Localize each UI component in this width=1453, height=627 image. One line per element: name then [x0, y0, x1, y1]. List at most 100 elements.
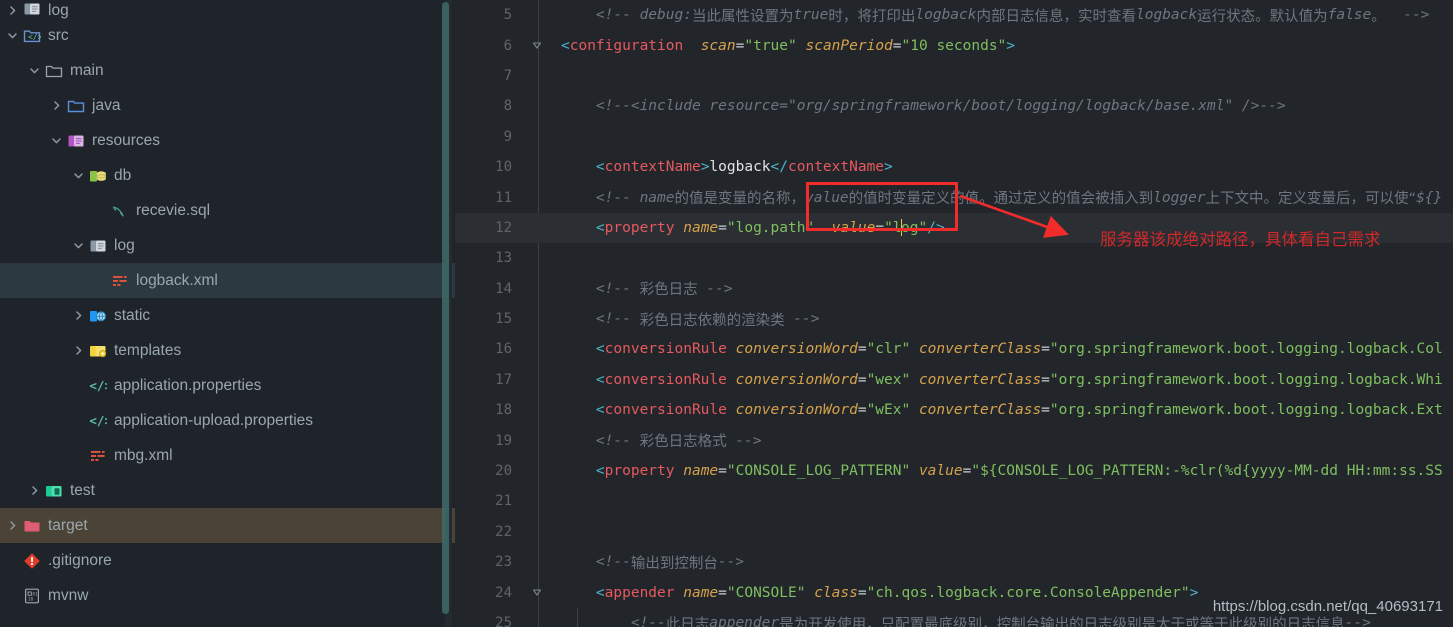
sidebar-scrollbar-track[interactable]	[442, 0, 452, 627]
code-token: logback	[1136, 7, 1198, 24]
tree-item-db[interactable]: db	[0, 158, 455, 193]
sidebar-scrollbar-thumb[interactable]	[442, 2, 449, 614]
code-text: <!-- name 的值是变量的名称， value 的值时变量定义的值。通过定义的值会…	[549, 182, 1453, 212]
line-number: 25	[495, 615, 512, 627]
tree-item-target[interactable]: target	[0, 508, 455, 543]
fold-placeholder	[525, 517, 549, 547]
code-token: 当此属性设置为	[691, 8, 794, 25]
tree-item-resources[interactable]: resources	[0, 123, 455, 158]
tree-item-templates[interactable]: templates	[0, 333, 455, 368]
code-text: <!-- 彩色日志 -->	[549, 274, 1453, 304]
code-token: 上下文中。定义变量后，可以使“	[1205, 191, 1417, 208]
code-token: -->	[697, 280, 733, 297]
code-token: value	[805, 189, 849, 206]
chevron-right-icon[interactable]	[70, 308, 86, 324]
code-line[interactable]: 7	[455, 61, 1453, 91]
code-line[interactable]: 19 <!-- 彩色日志格式 -->	[455, 425, 1453, 455]
code-file-icon: </>	[88, 411, 107, 430]
tree-item-test[interactable]: test	[0, 473, 455, 508]
code-line[interactable]: 5 <!-- debug: 当此属性设置为 true 时，将打印出 logback 内部日…	[455, 0, 1453, 30]
chevron-right-icon[interactable]	[4, 2, 20, 18]
code-line[interactable]: 10 < contextName > logback </contextName >	[455, 152, 1453, 182]
code-line[interactable]: 22	[455, 517, 1453, 547]
code-line[interactable]: 18 < conversionRule conversionWord = "wEx" …	[455, 395, 1453, 425]
line-number: 21	[495, 493, 512, 510]
code-token: 彩色日志依赖的渲染类	[639, 312, 785, 329]
code-token: 运行状态。默认值为	[1197, 8, 1328, 25]
code-editor[interactable]: 5 <!-- debug: 当此属性设置为 true 时，将打印出 logback 内部日…	[455, 0, 1453, 627]
fold-marker-icon[interactable]	[525, 30, 549, 60]
chevron-right-icon[interactable]	[26, 483, 42, 499]
code-token: scan	[700, 37, 736, 54]
chevron-down-icon[interactable]	[70, 168, 86, 184]
fold-placeholder	[525, 274, 549, 304]
code-line[interactable]: 21	[455, 486, 1453, 516]
code-token: contextName	[604, 159, 701, 176]
project-tree-list: log </> src main java resources db recevie.sql l…	[0, 0, 455, 613]
line-number: 14	[495, 280, 512, 297]
code-token: appender	[709, 615, 780, 627]
chevron-right-icon[interactable]	[48, 98, 64, 114]
code-line[interactable]: 16 < conversionRule conversionWord = "clr" …	[455, 334, 1453, 364]
tree-item-src[interactable]: </> src	[0, 18, 455, 53]
code-line[interactable]: 11 <!-- name 的值是变量的名称， value 的值时变量定义的值。通过定义…	[455, 182, 1453, 212]
code-token: 输出到控制台	[630, 555, 718, 572]
tree-item-recevie-sql[interactable]: recevie.sql	[0, 193, 455, 228]
code-token: true	[793, 7, 829, 24]
code-line[interactable]: 20 < property name = "CONSOLE_LOG_PATTERN" …	[455, 456, 1453, 486]
folder-package-icon	[22, 0, 41, 18]
tree-item-java[interactable]: java	[0, 88, 455, 123]
tree-item-mvnw[interactable]: 01 10 mvnw	[0, 578, 455, 613]
chevron-down-icon[interactable]	[26, 63, 42, 79]
tree-item-mbg-xml[interactable]: mbg.xml	[0, 438, 455, 473]
code-token: "CONSOLE_LOG_PATTERN"	[726, 463, 911, 480]
tree-item-main[interactable]: main	[0, 53, 455, 88]
fold-marker-icon[interactable]	[525, 577, 549, 607]
code-line[interactable]: 14 <!-- 彩色日志 -->	[455, 274, 1453, 304]
code-line[interactable]: 15 <!-- 彩色日志依赖的渲染类 -->	[455, 304, 1453, 334]
tree-item-application-properties[interactable]: </> application.properties	[0, 368, 455, 403]
chevron-right-icon[interactable]	[70, 343, 86, 359]
mysql-dolphin-icon	[110, 201, 129, 220]
code-token: name	[683, 463, 719, 480]
code-line[interactable]: 9	[455, 122, 1453, 152]
code-token: 的值是变量的名称，	[674, 191, 806, 208]
code-token: <	[595, 159, 605, 176]
code-text: <!--<include resource="org/springframewo…	[549, 91, 1453, 121]
code-token: "log.path"	[726, 219, 815, 236]
tree-item-static[interactable]: static	[0, 298, 455, 333]
code-token: =	[857, 341, 867, 358]
tree-item-logback-xml[interactable]: logback.xml	[0, 263, 455, 298]
code-token: property	[604, 219, 675, 236]
chevron-right-icon[interactable]	[4, 518, 20, 534]
chevron-down-icon[interactable]	[70, 238, 86, 254]
tree-item-application-upload-properties[interactable]: </> application-upload.properties	[0, 403, 455, 438]
code-line[interactable]: 17 < conversionRule conversionWord = "wex" …	[455, 365, 1453, 395]
code-token: converterClass	[918, 371, 1042, 388]
line-number: 24	[495, 584, 512, 601]
code-token: -->	[1344, 615, 1371, 627]
chevron-down-icon[interactable]	[48, 133, 64, 149]
xml-file-icon	[110, 271, 129, 290]
tree-item-label: log	[48, 1, 69, 19]
tree-item--gitignore[interactable]: .gitignore	[0, 543, 455, 578]
project-tree-panel[interactable]: log </> src main java resources db recevie.sql l…	[0, 0, 455, 627]
code-line[interactable]: 6 < configuration scan = "true" scanPeriod = "…	[455, 30, 1453, 60]
code-token: "true"	[744, 37, 797, 54]
chevron-down-icon[interactable]	[4, 28, 20, 44]
fold-placeholder	[525, 122, 549, 152]
tree-item-log[interactable]: log	[0, 0, 455, 18]
tree-item-log[interactable]: log	[0, 228, 455, 263]
code-token: -->	[717, 554, 745, 571]
code-line[interactable]: 23 <!-- 输出到控制台 -->	[455, 547, 1453, 577]
fold-placeholder	[525, 608, 549, 627]
code-line[interactable]: 8 <!--<include resource="org/springframe…	[455, 91, 1453, 121]
